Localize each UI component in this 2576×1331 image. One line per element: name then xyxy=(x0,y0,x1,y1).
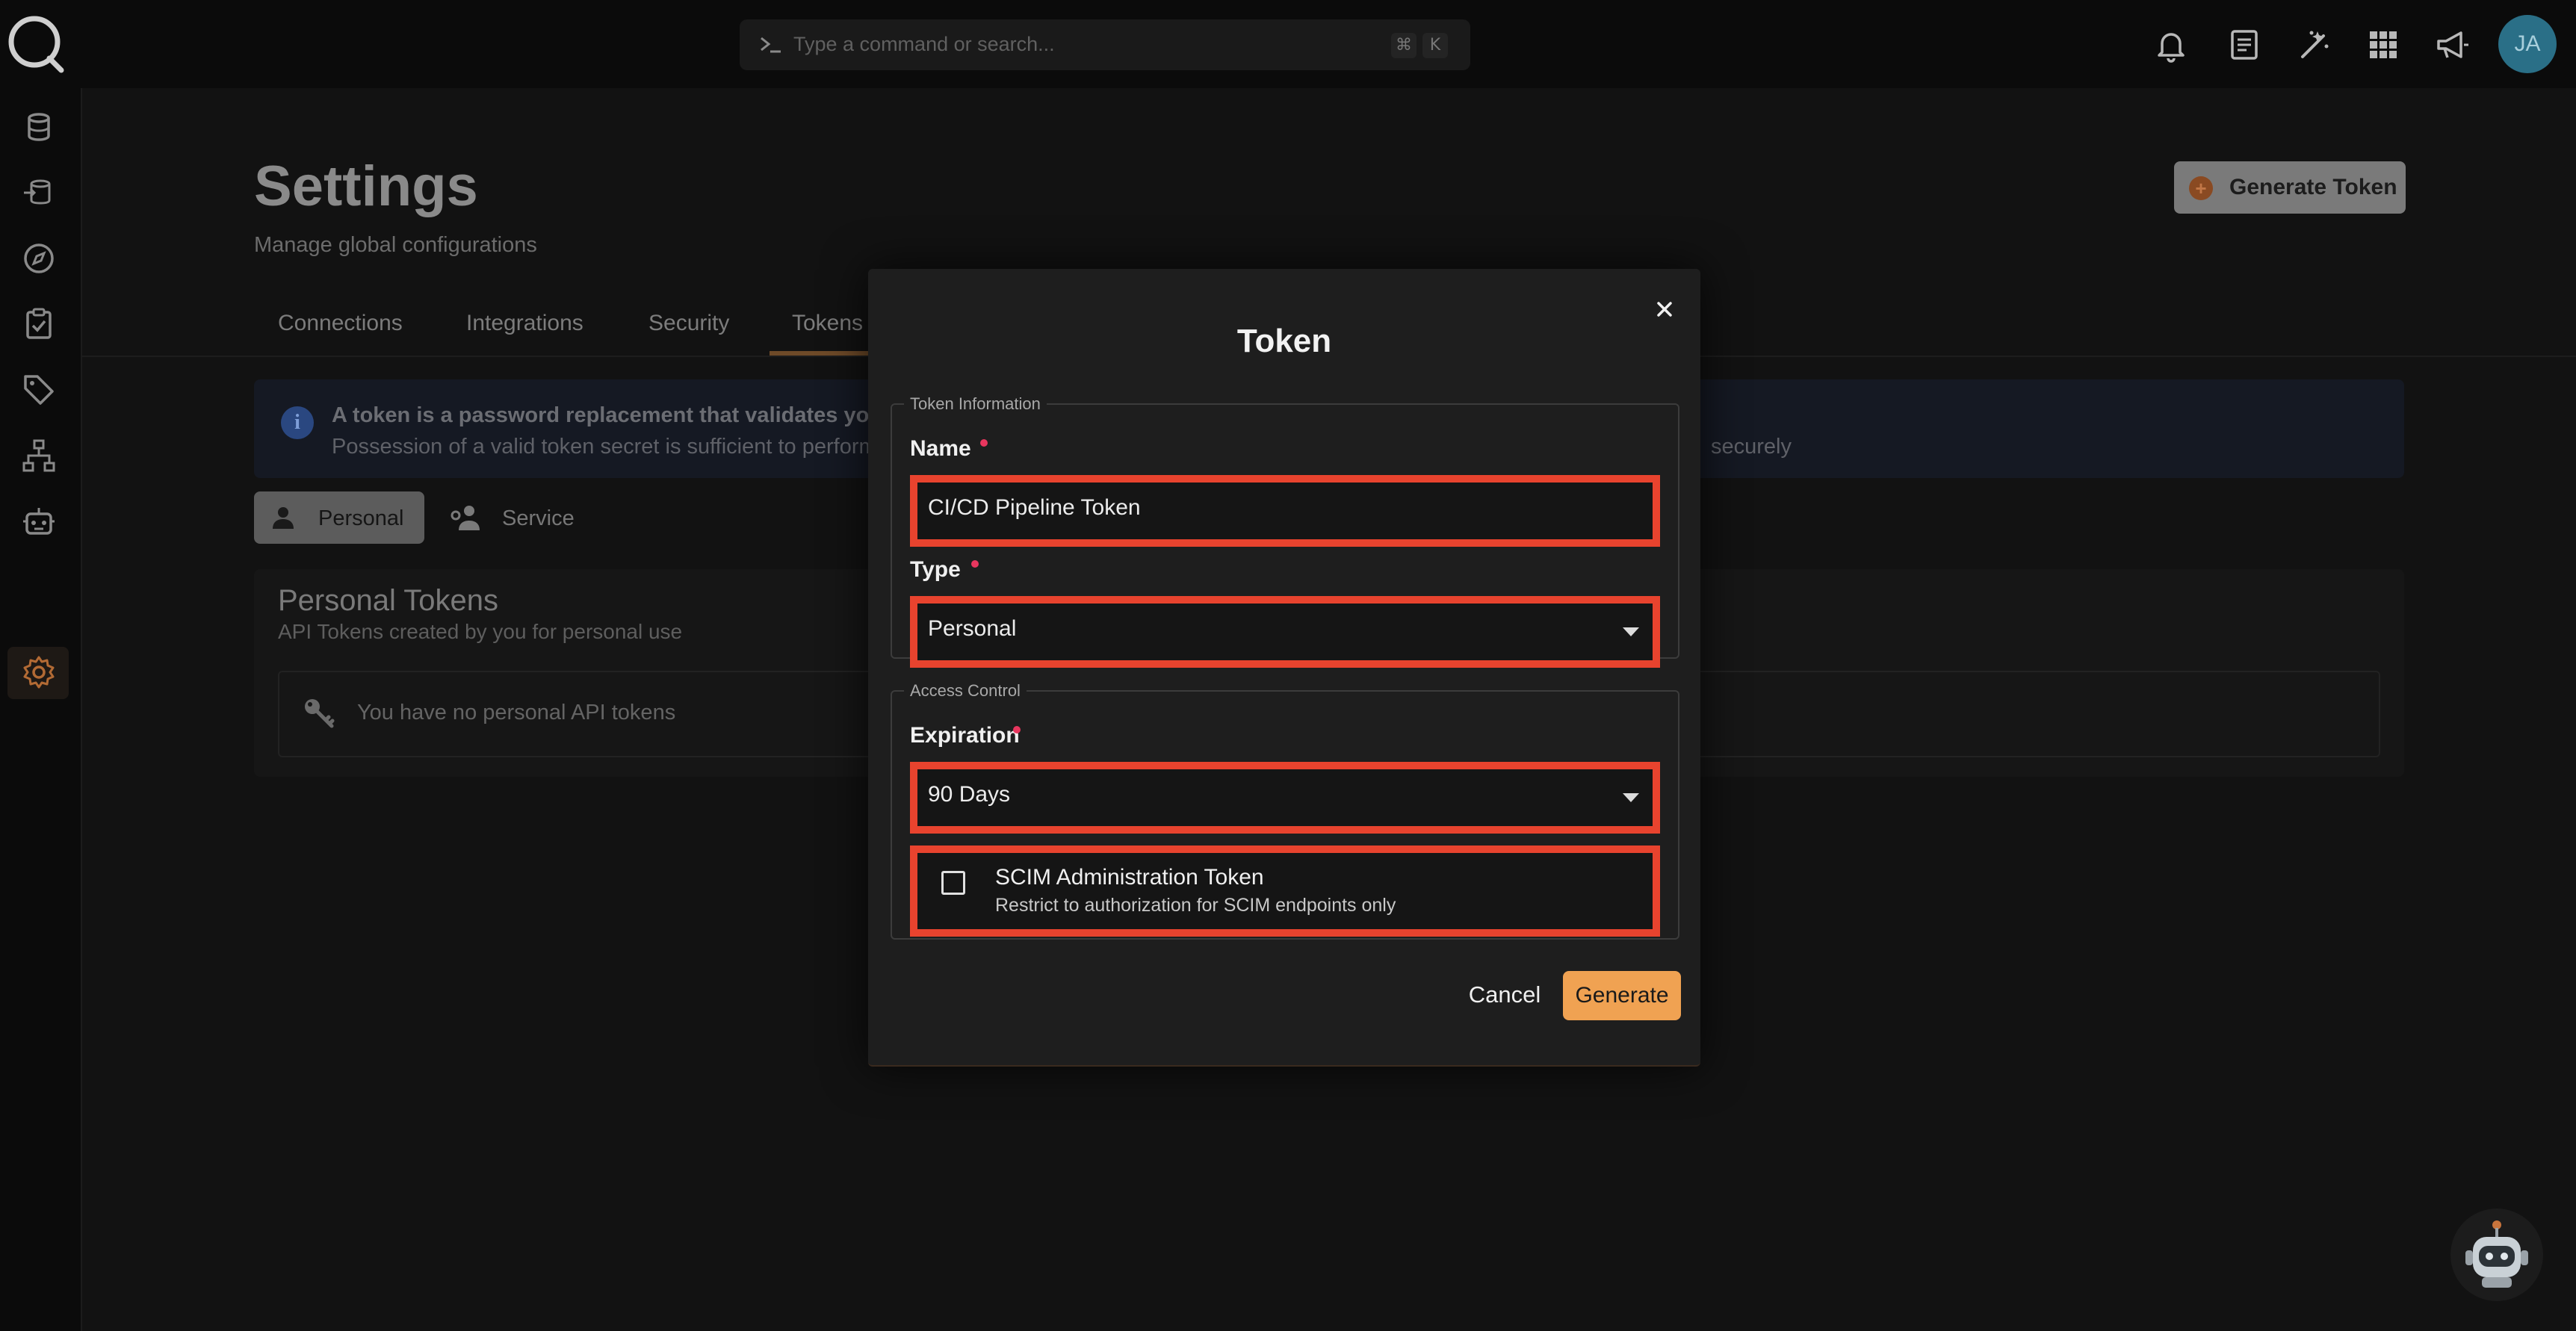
info-text-line2-tail: securely xyxy=(1711,435,1792,459)
cancel-button[interactable]: Cancel xyxy=(1458,972,1551,1017)
token-information-legend: Token Information xyxy=(910,394,1041,413)
tag-icon[interactable] xyxy=(21,372,57,408)
command-search[interactable]: Type a command or search... ⌘ K xyxy=(740,19,1470,70)
info-text-line1: A token is a password replacement that v… xyxy=(332,403,883,427)
type-select[interactable]: Personal xyxy=(910,596,1660,668)
tab-security[interactable]: Security xyxy=(648,311,729,336)
scim-token-option[interactable]: SCIM Administration Token Restrict to au… xyxy=(910,846,1660,937)
plus-icon: + xyxy=(2189,176,2213,200)
generate-button[interactable]: Generate xyxy=(1563,971,1681,1020)
scim-title: SCIM Administration Token xyxy=(995,865,1264,890)
required-indicator xyxy=(971,560,979,568)
app-logo[interactable] xyxy=(6,13,66,73)
user-avatar[interactable]: JA xyxy=(2498,15,2557,73)
scim-checkbox[interactable] xyxy=(941,871,965,895)
empty-state-text: You have no personal API tokens xyxy=(357,701,676,725)
megaphone-icon[interactable] xyxy=(2434,27,2470,63)
sidebar xyxy=(0,88,82,1331)
command-key-icon: ⌘ xyxy=(1391,33,1417,58)
page-subtitle: Manage global configurations xyxy=(254,233,537,257)
required-indicator xyxy=(980,439,988,447)
segment-service-label: Service xyxy=(502,506,575,530)
clipboard-check-icon[interactable] xyxy=(21,306,57,342)
key-icon xyxy=(305,699,335,728)
active-tab-indicator xyxy=(770,351,868,356)
compass-icon[interactable] xyxy=(21,241,57,276)
assistant-bot-icon xyxy=(2465,1220,2528,1288)
close-icon[interactable] xyxy=(1653,297,1676,321)
k-key: K xyxy=(1422,33,1448,58)
access-control-section: Access Control Expiration 90 Days SCIM A… xyxy=(891,681,1679,940)
magic-wand-icon[interactable] xyxy=(2297,27,2332,63)
modal-title: Token xyxy=(1236,323,1332,359)
token-information-section: Token Information Name CI/CD Pipeline To… xyxy=(891,394,1679,668)
name-label: Name xyxy=(910,436,971,461)
generate-token-button[interactable]: + Generate Token xyxy=(2174,161,2406,214)
personal-tokens-title: Personal Tokens xyxy=(278,584,498,617)
personal-tokens-subtitle: API Tokens created by you for personal u… xyxy=(278,620,683,643)
segment-personal[interactable]: Personal xyxy=(254,491,424,544)
info-icon: i xyxy=(281,406,314,439)
apps-grid-icon[interactable] xyxy=(2365,27,2401,63)
settings-gear-icon[interactable] xyxy=(21,654,57,690)
name-field[interactable]: CI/CD Pipeline Token xyxy=(910,475,1660,547)
generate-token-label: Generate Token xyxy=(2229,175,2397,199)
search-placeholder: Type a command or search... xyxy=(793,33,1055,55)
type-label: Type xyxy=(910,557,961,582)
robot-icon[interactable] xyxy=(21,503,57,539)
required-indicator xyxy=(1013,726,1021,733)
tab-connections[interactable]: Connections xyxy=(278,311,403,336)
expiration-select-value: 90 Days xyxy=(928,782,1011,807)
type-select-value: Personal xyxy=(928,616,1017,641)
caret-down-icon xyxy=(1623,793,1639,802)
terminal-icon xyxy=(761,37,781,53)
tab-tokens[interactable]: Tokens xyxy=(792,311,863,336)
scim-description: Restrict to authorization for SCIM endpo… xyxy=(995,895,1396,916)
assistant-bot-button[interactable] xyxy=(2450,1209,2543,1301)
name-field-value: CI/CD Pipeline Token xyxy=(928,495,1141,520)
bell-icon[interactable] xyxy=(2153,27,2189,63)
person-icon xyxy=(273,507,294,529)
service-account-icon xyxy=(451,506,480,530)
token-modal: Token Token Information Name CI/CD Pipel… xyxy=(868,269,1700,1067)
expiration-select[interactable]: 90 Days xyxy=(910,762,1660,834)
page-title: Settings xyxy=(254,155,478,218)
caret-down-icon xyxy=(1623,627,1639,636)
top-bar: Type a command or search... ⌘ K JA xyxy=(0,0,2576,88)
segment-service[interactable]: Service xyxy=(448,491,598,544)
segment-personal-label: Personal xyxy=(318,506,404,530)
data-stack-icon[interactable] xyxy=(21,175,57,211)
info-text-line2: Possession of a valid token secret is su… xyxy=(332,435,877,459)
tab-integrations[interactable]: Integrations xyxy=(466,311,583,336)
document-icon[interactable] xyxy=(2226,27,2262,63)
hierarchy-icon[interactable] xyxy=(21,438,57,474)
access-control-legend: Access Control xyxy=(910,681,1021,700)
expiration-label: Expiration xyxy=(910,723,1020,748)
database-icon[interactable] xyxy=(21,109,57,145)
